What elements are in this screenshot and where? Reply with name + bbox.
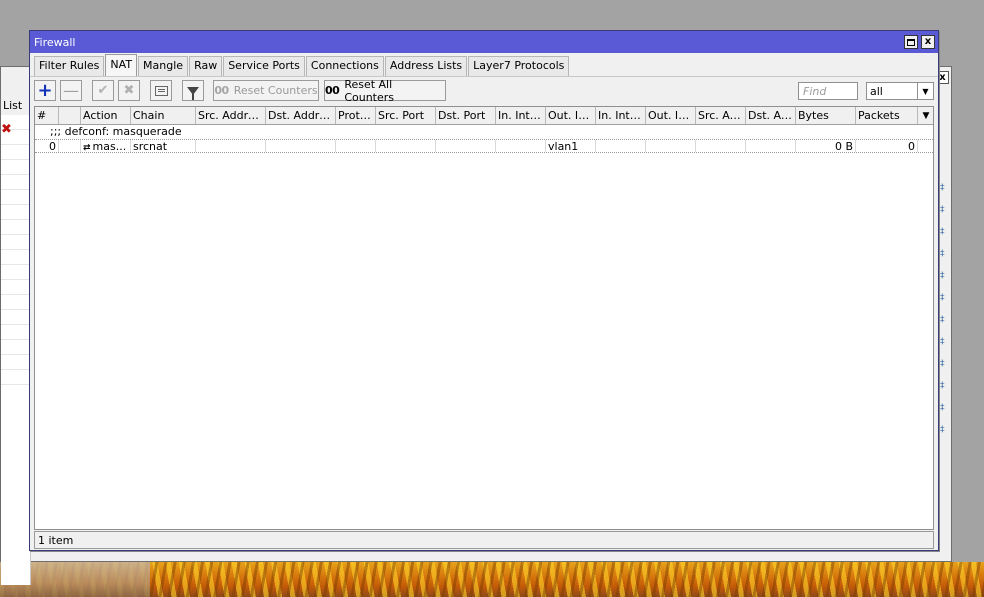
item-count: 1 item [38,534,74,547]
column-chooser-icon[interactable]: ▼ [918,107,934,124]
check-icon: ✔ [97,83,109,98]
plus-icon: + [37,79,53,101]
cell-chain: srcnat [131,140,196,152]
reset-counters-label: Reset Counters [233,84,318,97]
x-icon: ✖ [123,83,135,98]
col-src-address[interactable]: Src. Address [196,107,266,124]
col-in-interface[interactable]: In. Inter... [496,107,546,124]
window-titlebar[interactable]: Firewall x [30,31,938,53]
cell-dst-address [266,140,336,152]
cell-protocol [336,140,376,152]
red-x-icon: ✖ [1,122,12,137]
col-action[interactable]: Action [81,107,131,124]
filter-button[interactable] [182,80,204,101]
restore-button[interactable] [904,35,918,49]
col-flag[interactable] [59,107,81,124]
cell-out-interface-list [646,140,696,152]
col-dst-port[interactable]: Dst. Port [436,107,496,124]
reset-all-counters-label: Reset All Counters [344,77,395,104]
cell-dst-port [436,140,496,152]
filter-select[interactable]: all ▼ [866,82,934,100]
counter-icon: 00 [214,84,229,97]
tab-bar: Filter Rules NAT Mangle Raw Service Port… [30,53,938,76]
cell-out-interface: vlan1 [546,140,596,152]
tab-mangle[interactable]: Mangle [138,56,189,76]
cell-packets: 0 [856,140,918,152]
cell-src-address [196,140,266,152]
table-row[interactable]: 0 ⇄ mas... srcnat vlan1 0 B 0 [35,139,933,153]
comment-button[interactable] [150,80,172,101]
col-out-interface[interactable]: Out. Int... [546,107,596,124]
cell-index: 0 [35,140,59,152]
col-src-port[interactable]: Src. Port [376,107,436,124]
toolbar: + — ✔ ✖ 00 Reset Counters 00 Reset All C… [30,76,938,104]
cell-action: ⇄ mas... [81,140,131,152]
cell-flag [59,140,81,152]
tab-address-lists[interactable]: Address Lists [384,56,468,76]
table-header: # Action Chain Src. Address Dst. Address… [35,107,933,125]
background-list-label: List [3,99,23,112]
window-title: Firewall [34,35,76,49]
chevron-down-icon[interactable]: ▼ [917,83,933,99]
cell-in-interface [496,140,546,152]
restore-icon [907,38,915,46]
cell-action-text: mas... [92,140,127,152]
cell-src-port [376,140,436,152]
counter-all-icon: 00 [325,84,340,97]
background-left-pane [1,115,31,585]
col-in-interface-list[interactable]: In. Inter... [596,107,646,124]
col-packets[interactable]: Packets [856,107,918,124]
col-dst-address[interactable]: Dst. Address [266,107,336,124]
col-bytes[interactable]: Bytes [796,107,856,124]
col-protocol[interactable]: Proto... [336,107,376,124]
tab-nat[interactable]: NAT [105,54,138,76]
nat-rules-table[interactable]: # Action Chain Src. Address Dst. Address… [34,106,934,530]
tab-layer7-protocols[interactable]: Layer7 Protocols [468,56,570,76]
cell-bytes: 0 B [796,140,856,152]
status-bar: 1 item [34,531,934,549]
enable-button[interactable]: ✔ [92,80,114,101]
reset-all-counters-button[interactable]: 00 Reset All Counters [324,77,446,104]
desktop-wallpaper [0,562,984,597]
close-button[interactable]: x [921,35,935,49]
find-input[interactable] [798,82,858,100]
tab-raw[interactable]: Raw [189,56,223,76]
background-right-strip: ‡ ‡ ‡ ‡ ‡ ‡ ‡ ‡ ‡ ‡ ‡ ‡ [940,183,945,435]
remove-button[interactable]: — [60,80,82,101]
reset-counters-button[interactable]: 00 Reset Counters [213,80,319,101]
cell-in-interface-list [596,140,646,152]
cell-src-address-list [696,140,746,152]
col-index[interactable]: # [35,107,59,124]
add-button[interactable]: + [34,80,56,101]
col-dst-address-list[interactable]: Dst. Ad... [746,107,796,124]
filter-select-value: all [870,85,883,98]
comment-icon [154,85,168,96]
col-out-interface-list[interactable]: Out. Int... [646,107,696,124]
minus-icon: — [63,80,79,100]
disable-button[interactable]: ✖ [118,80,140,101]
tab-service-ports[interactable]: Service Ports [223,56,305,76]
masquerade-icon: ⇄ [83,143,91,152]
firewall-window[interactable]: Firewall x Filter Rules NAT Mangle Raw S… [29,30,939,551]
rule-comment: ;;; defconf: masquerade [50,125,182,138]
cell-dst-address-list [746,140,796,152]
col-chain[interactable]: Chain [131,107,196,124]
filter-icon [187,86,199,100]
col-src-address-list[interactable]: Src. Ad... [696,107,746,124]
tab-filter-rules[interactable]: Filter Rules [34,56,105,76]
tab-connections[interactable]: Connections [305,56,384,76]
